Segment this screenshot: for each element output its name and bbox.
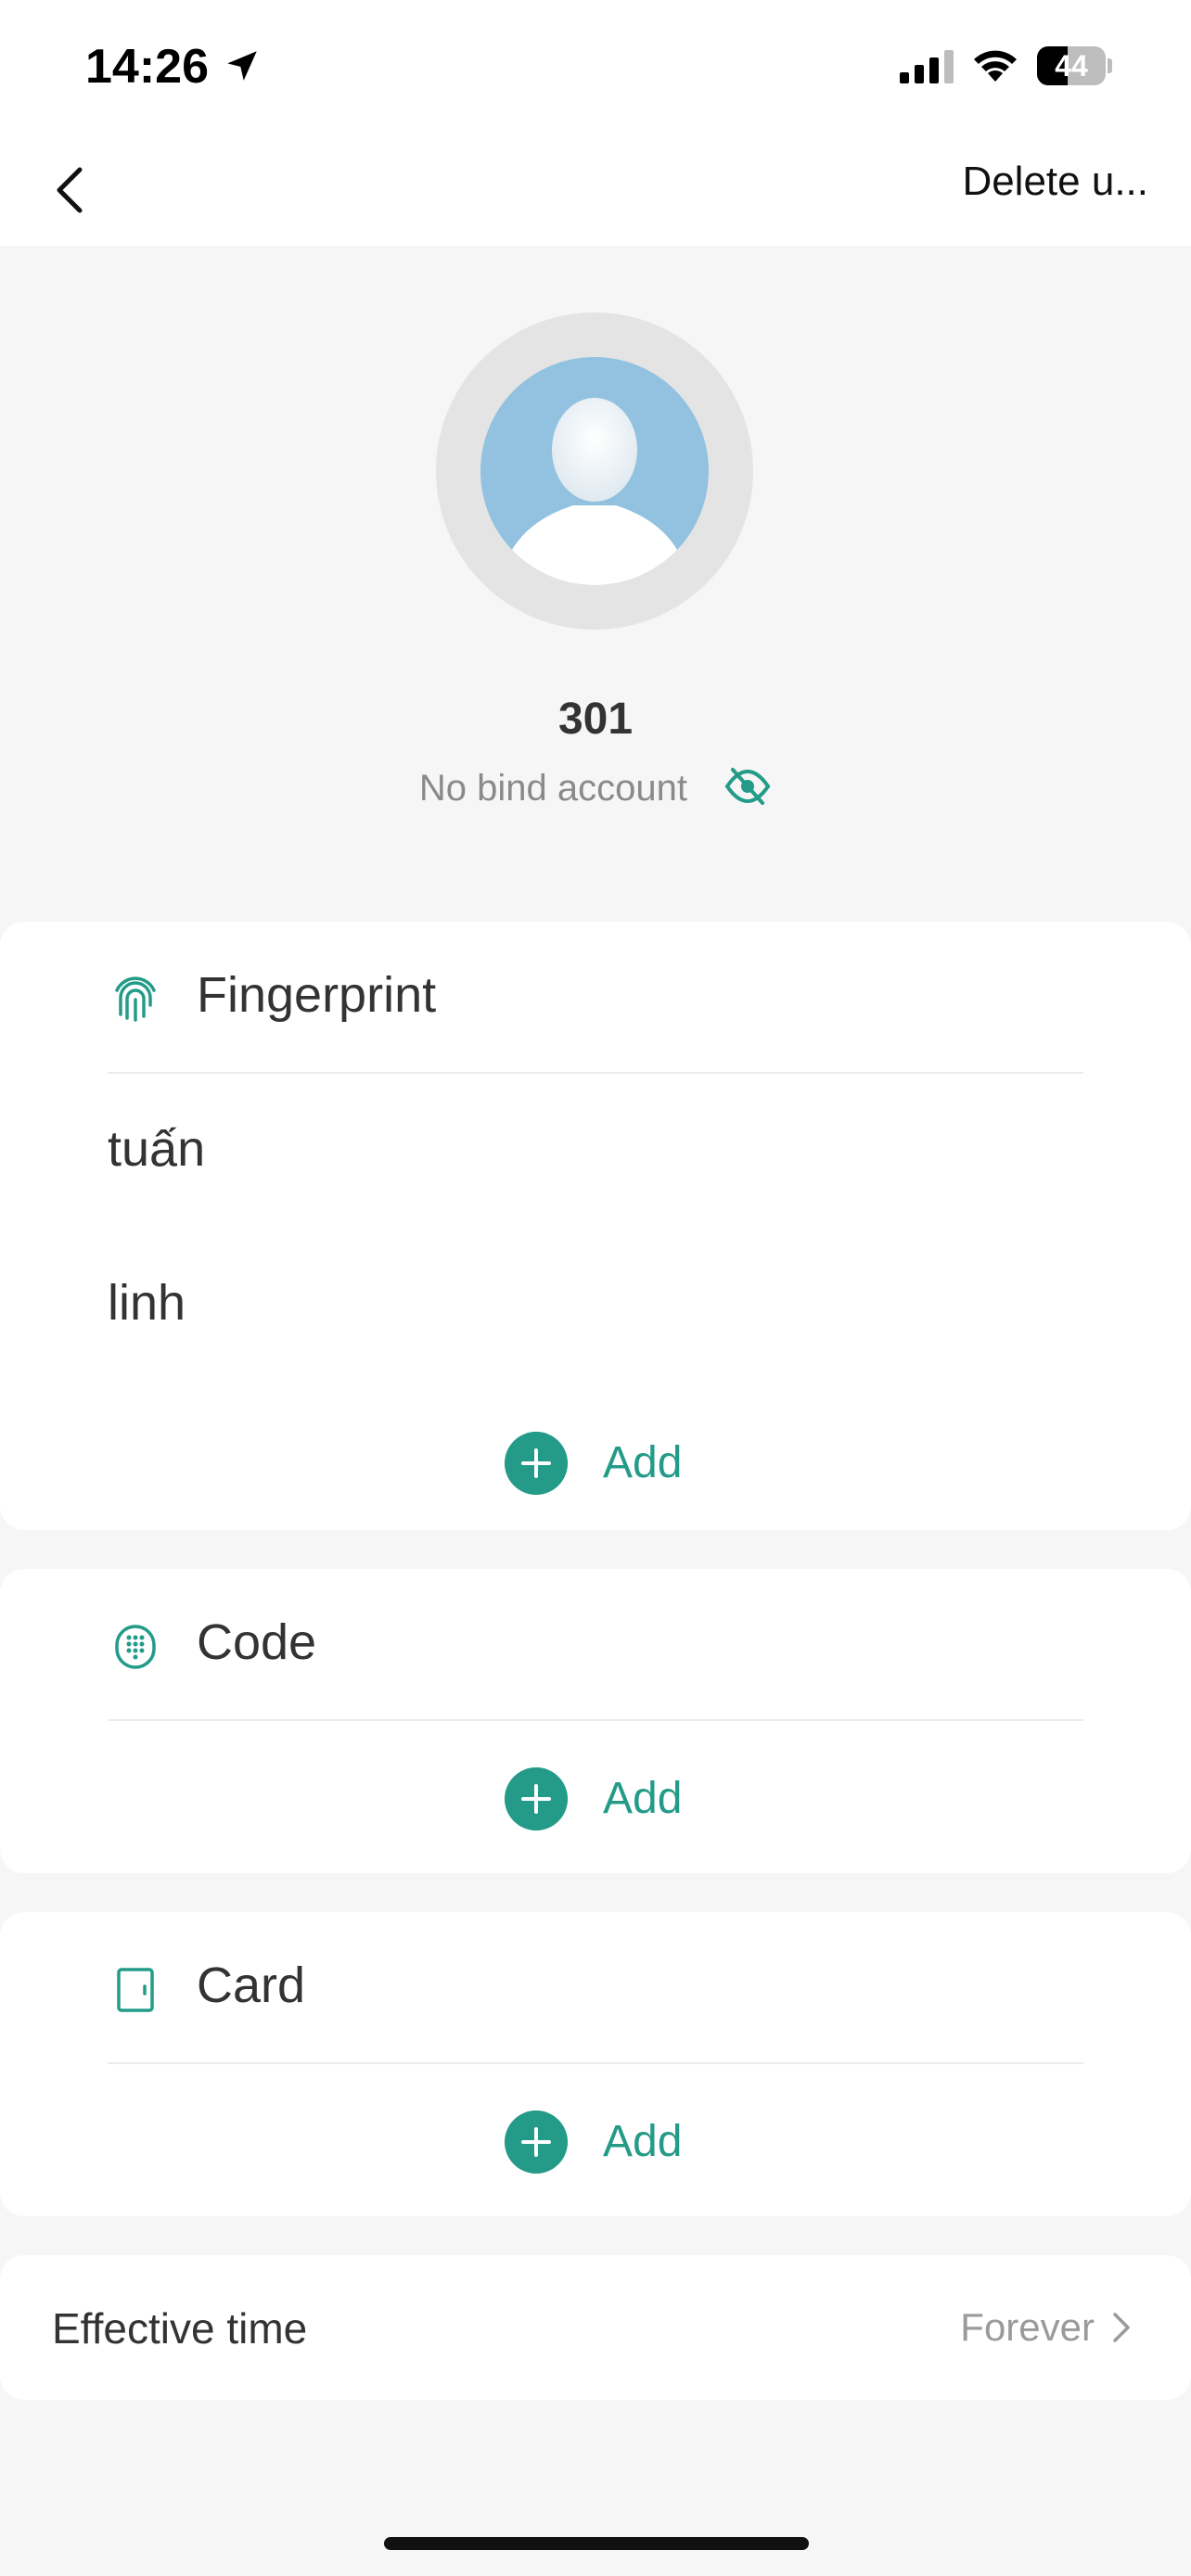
status-time: 14:26: [85, 40, 209, 94]
wifi-icon: [974, 50, 1017, 82]
home-indicator: [384, 2537, 809, 2550]
back-icon[interactable]: [35, 155, 106, 225]
plus-icon: [505, 1432, 568, 1495]
code-title: Code: [197, 1614, 317, 1670]
person-icon: [499, 398, 690, 585]
user-name: 301: [557, 695, 634, 744]
battery-level: 44: [1055, 49, 1088, 83]
fingerprint-section: Fingerprint tuấn linh Add: [0, 922, 1191, 1530]
add-fingerprint-button[interactable]: Add: [0, 1426, 1191, 1500]
card-icon: [117, 1968, 154, 2012]
location-icon: [227, 51, 257, 81]
avatar: [436, 312, 753, 630]
fingerprint-item[interactable]: linh: [108, 1274, 186, 1332]
divider: [108, 2062, 1083, 2064]
eye-off-icon[interactable]: [724, 766, 772, 807]
status-bar: 14:26 44: [0, 0, 1191, 134]
add-label: Add: [603, 2117, 683, 2166]
fingerprint-icon: [115, 976, 156, 1022]
fingerprint-title: Fingerprint: [197, 967, 437, 1023]
fingerprint-header: Fingerprint: [0, 922, 1191, 1074]
bind-status-row: No bind account: [0, 768, 1191, 810]
fingerprint-item[interactable]: tuấn: [108, 1120, 205, 1178]
keypad-icon: [115, 1625, 156, 1669]
effective-time-label: Effective time: [52, 2304, 308, 2353]
avatar-image: [480, 357, 709, 585]
battery-icon: 44: [1037, 46, 1112, 85]
plus-icon: [505, 1767, 568, 1830]
card-title: Card: [197, 1958, 306, 2013]
signal-icon: [900, 50, 954, 83]
divider: [108, 1719, 1083, 1721]
code-section: Code Add: [0, 1569, 1191, 1873]
nav-bar: Delete u...: [0, 134, 1191, 246]
bind-status: No bind account: [418, 768, 687, 809]
effective-time-value: Forever: [960, 2305, 1095, 2349]
divider: [108, 1072, 1083, 1074]
effective-time-row[interactable]: Effective time Forever: [0, 2255, 1191, 2400]
delete-user-button[interactable]: Delete u...: [962, 159, 1148, 205]
add-label: Add: [603, 1438, 683, 1487]
card-section: Card Add: [0, 1912, 1191, 2216]
card-header: Card: [0, 1912, 1191, 2064]
add-card-button[interactable]: Add: [0, 2105, 1191, 2179]
code-header: Code: [0, 1569, 1191, 1721]
chevron-right-icon: [1113, 2313, 1130, 2342]
add-code-button[interactable]: Add: [0, 1762, 1191, 1836]
plus-icon: [505, 2111, 568, 2174]
add-label: Add: [603, 1774, 683, 1823]
